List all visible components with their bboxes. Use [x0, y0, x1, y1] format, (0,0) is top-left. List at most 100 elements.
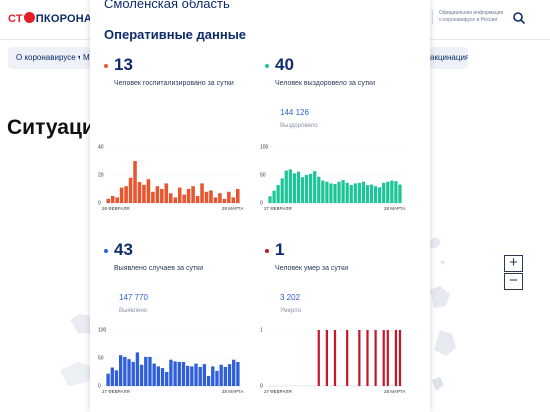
bar	[227, 191, 231, 203]
recovered-dot-icon	[265, 64, 269, 68]
bar	[394, 330, 398, 386]
bar	[173, 361, 177, 386]
bar	[218, 193, 222, 203]
bar	[160, 368, 165, 386]
stat-description: Человек умер за сутки	[275, 265, 349, 272]
nav-about-covid[interactable]: О коронавирусе ▾	[8, 47, 86, 69]
stat-total-label: Выявлено	[119, 308, 148, 314]
bar	[232, 359, 236, 386]
y-tick-label: 20	[98, 173, 104, 179]
bar	[394, 181, 398, 203]
y-tick-label: 0	[98, 201, 101, 207]
chart-deaths: 1 0 27 ФЕВРАЛЯ 28 МАРТА	[260, 328, 410, 398]
deaths-dot-icon	[265, 249, 269, 253]
bar	[137, 182, 142, 203]
bar	[190, 366, 194, 386]
bar	[131, 361, 135, 386]
bar	[382, 182, 386, 203]
zoom-in-button[interactable]: +	[504, 255, 523, 272]
region-panel: Смоленская область Оперативные данные 13…	[90, 0, 430, 412]
y-tick-label: 1	[260, 328, 263, 334]
bar	[341, 180, 345, 203]
bar	[182, 194, 186, 203]
bar	[115, 197, 119, 203]
bar	[215, 370, 219, 386]
bar	[345, 182, 349, 203]
stat-value: 43	[114, 240, 133, 259]
bar	[139, 364, 144, 386]
stat-description: Человек выздоровело за сутки	[275, 80, 376, 87]
hospitalized-dot-icon	[104, 64, 108, 68]
bar	[135, 352, 140, 386]
bar	[177, 187, 182, 203]
bar	[386, 181, 390, 203]
bar	[185, 365, 190, 386]
x-end-label: 28 МАРТА	[384, 206, 405, 211]
bar	[156, 366, 161, 386]
stat-total: 144 126	[280, 108, 309, 117]
bar	[321, 180, 325, 203]
bar	[191, 186, 195, 203]
chart-deaths-svg: 1 027 ФЕВРАЛЯ 28 МАРТА	[260, 328, 405, 395]
bar	[325, 181, 329, 203]
bar	[186, 189, 191, 203]
bar	[398, 330, 402, 386]
bar	[292, 173, 297, 203]
bar	[386, 330, 389, 386]
bar	[231, 197, 236, 203]
bar	[378, 187, 382, 203]
bar	[106, 198, 111, 203]
bar	[357, 182, 361, 203]
nav-vaccination[interactable]: акцинация ▾	[430, 47, 468, 69]
bar	[373, 186, 378, 203]
bar	[164, 183, 169, 203]
bar	[365, 185, 370, 203]
search-icon[interactable]	[512, 11, 526, 25]
bar	[181, 361, 186, 386]
bar	[151, 191, 155, 203]
bar	[358, 330, 361, 386]
bar	[211, 366, 215, 386]
bar	[168, 193, 173, 203]
stat-total-label: Выздоровело	[280, 123, 318, 129]
bar	[173, 197, 178, 203]
bar	[114, 370, 119, 386]
bar	[280, 178, 284, 203]
zoom-out-button[interactable]: −	[504, 273, 523, 290]
bar	[222, 198, 227, 203]
logo-badge-icon	[23, 12, 35, 23]
bar	[200, 183, 204, 203]
bar	[390, 180, 394, 203]
bar	[317, 176, 321, 203]
stat-total: 147 770	[119, 293, 148, 302]
bar	[165, 372, 169, 386]
y-tick-label: 50	[260, 173, 266, 179]
chart-recovered-svg: 100 50 027 ФЕВРАЛЯ 28 МАРТА	[260, 145, 405, 212]
stat-value: 1	[275, 240, 285, 259]
bar	[155, 186, 160, 203]
x-end-label: 28 МАРТА	[222, 206, 243, 211]
cases-dot-icon	[104, 249, 108, 253]
bar	[337, 181, 341, 203]
bar	[313, 171, 317, 203]
x-start-label: 26 ФЕВРАЛЯ	[102, 206, 130, 211]
chart-hospitalized: 40 20 0 26 ФЕВРАЛЯ 28 МАРТА	[98, 145, 248, 215]
bar	[268, 196, 272, 203]
bar	[177, 361, 181, 386]
bar	[119, 187, 124, 203]
bar	[198, 366, 202, 386]
stat-value: 40	[275, 55, 294, 74]
bar	[213, 197, 218, 203]
bar	[369, 184, 374, 203]
bar	[366, 330, 369, 386]
bar	[284, 170, 288, 203]
bar	[329, 183, 333, 203]
bar	[349, 185, 353, 203]
bar	[142, 184, 146, 203]
bar	[223, 366, 228, 386]
stat-total: 3 202	[280, 293, 301, 302]
y-tick-label: 0	[260, 384, 263, 390]
chart-cases: 100 50 0 27 ФЕВРАЛЯ 28 МАРТА	[98, 328, 248, 398]
bar	[123, 356, 127, 386]
stat-description: Человек госпитализировано за сутки	[114, 80, 234, 87]
